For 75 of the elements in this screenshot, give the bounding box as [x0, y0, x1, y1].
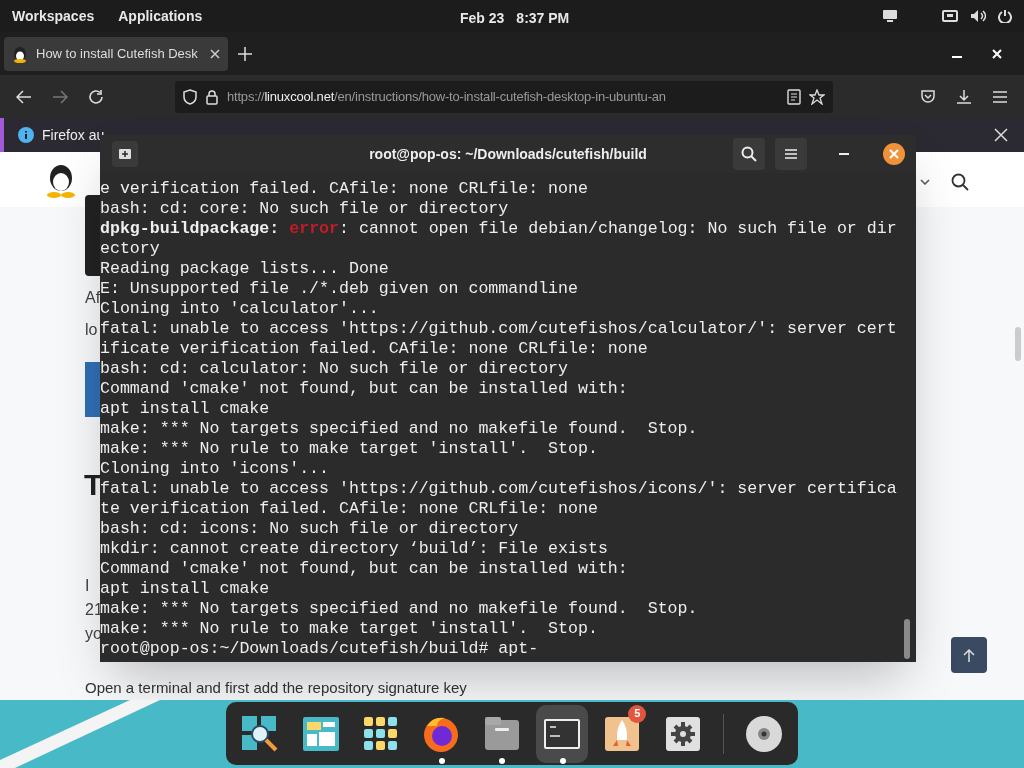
arrow-up-icon: [963, 648, 975, 662]
terminal-line: fatal: unable to access 'https://github.com/cutefishos/calculator/': server cert: [100, 319, 898, 339]
reload-icon[interactable]: [88, 88, 104, 105]
terminal-line: bash: cd: icons: No such file or directory: [100, 519, 520, 539]
terminal-line: make: *** No rule to make target 'install'. Stop.: [100, 619, 599, 639]
terminal-line: make: *** No targets specified and no makefile found. Stop.: [100, 419, 699, 439]
top-bar-menu[interactable]: Applications: [118, 5, 203, 27]
close-icon[interactable]: [883, 143, 905, 165]
reader-icon[interactable]: [787, 88, 801, 105]
paragraph-text: I: [85, 576, 90, 596]
paragraph-text: Af: [85, 289, 101, 308]
back-icon[interactable]: [16, 89, 32, 104]
terminal-line: make: *** No rule to make target 'install'. Stop.: [100, 439, 599, 459]
top-bar-menu[interactable]: Workspaces: [12, 5, 95, 27]
shield-icon: [183, 88, 197, 105]
window-title: root@pop-os: ~/Downloads/cutefish/build: [368, 144, 648, 164]
scrollbar-thumb[interactable]: [904, 619, 910, 659]
date-text[interactable]: Feb 23: [460, 8, 505, 29]
url-text: https://linuxcool.net/en/instructions/how-to-install-cutefish-desktop-in-ubuntu-an: [227, 87, 666, 106]
star-icon[interactable]: [809, 88, 825, 105]
terminal-line: te verification failed. CAfile: none CRLfile: none: [100, 499, 599, 519]
terminal-line: root@pop-os:~/Downloads/cutefish/build# apt-: [100, 639, 540, 659]
terminal-line: fatal: unable to access 'https://github.com/cutefishos/icons/': server certifica: [100, 479, 898, 499]
forward-icon[interactable]: [52, 89, 68, 104]
dock-item[interactable]: [535, 704, 589, 763]
disc-icon: [743, 713, 784, 754]
terminal-line: dpkg-buildpackage: error: cannot open file debian/changelog: No such file or dir: [100, 219, 898, 239]
menu-icon: [785, 148, 797, 160]
browser-tab[interactable]: How to install Cutefish Desk: [4, 36, 228, 71]
notification-badge: 5: [628, 704, 647, 723]
menu-button[interactable]: [775, 138, 807, 170]
scroll-top-button[interactable]: [951, 637, 987, 673]
terminal-line: ectory: [100, 239, 161, 259]
lock-icon: [205, 88, 219, 105]
search-button[interactable]: [733, 138, 765, 170]
paragraph-text: Open a terminal and first add the repository signature key: [85, 678, 467, 698]
scrollbar-thumb[interactable]: [1015, 327, 1021, 361]
new-tab-button[interactable]: [112, 141, 138, 167]
chevron-down-icon[interactable]: [920, 179, 930, 185]
terminal-line: bash: cd: calculator: No such file or directory: [100, 359, 570, 379]
display-icon[interactable]: [882, 9, 898, 23]
search-icon: [741, 146, 757, 162]
time-text[interactable]: 8:37 PM: [516, 8, 570, 29]
penguin-icon: [12, 44, 28, 63]
pocket-icon[interactable]: [920, 88, 936, 105]
info-icon: [18, 127, 34, 143]
terminal-line: Command 'cmake' not found, but can be installed with:: [100, 379, 629, 399]
terminal-line: E: Unsupported file ./*.deb given on commandline: [100, 279, 579, 298]
terminal-line: Cloning into 'calculator'...: [100, 299, 380, 319]
terminal-line: apt install cmake: [100, 579, 271, 599]
address-bar[interactable]: https://linuxcool.net/en/instructions/how-to-install-cutefish-desktop-in-ubuntu-an: [175, 80, 833, 113]
dock-item[interactable]: 5: [596, 704, 649, 763]
close-icon[interactable]: [994, 128, 1008, 142]
terminal-line: Cloning into 'icons'...: [100, 459, 331, 479]
terminal-line: mkdir: cannot create directory ‘build’: File exists: [100, 539, 609, 559]
menu-icon[interactable]: [992, 89, 1008, 104]
plus-icon[interactable]: [238, 46, 252, 61]
network-icon[interactable]: [942, 9, 958, 23]
penguin-logo-icon[interactable]: [44, 164, 78, 198]
power-icon[interactable]: [998, 9, 1012, 23]
minimize-icon[interactable]: [839, 152, 849, 156]
download-icon[interactable]: [956, 88, 972, 105]
volume-icon[interactable]: [970, 9, 986, 23]
terminal-line: Reading package lists... Done: [100, 259, 390, 279]
terminal-line: make: *** No targets specified and no makefile found. Stop.: [100, 599, 699, 619]
terminal-line: bash: cd: core: No such file or directory: [100, 199, 510, 219]
terminal-line: e verification failed. CAfile: none CRLfile: none: [100, 179, 589, 199]
search-icon[interactable]: [951, 173, 969, 191]
terminal-line: ificate verification failed. CAfile: none CRLfile: none: [100, 339, 649, 359]
terminal-line: apt install cmake: [100, 399, 271, 419]
paragraph-text: lo: [85, 320, 98, 340]
new-tab-icon: [118, 148, 132, 160]
terminal-line: Command 'cmake' not found, but can be installed with:: [100, 559, 629, 579]
tab-title: How to install Cutefish Desk: [36, 44, 198, 63]
close-icon[interactable]: [210, 48, 220, 59]
